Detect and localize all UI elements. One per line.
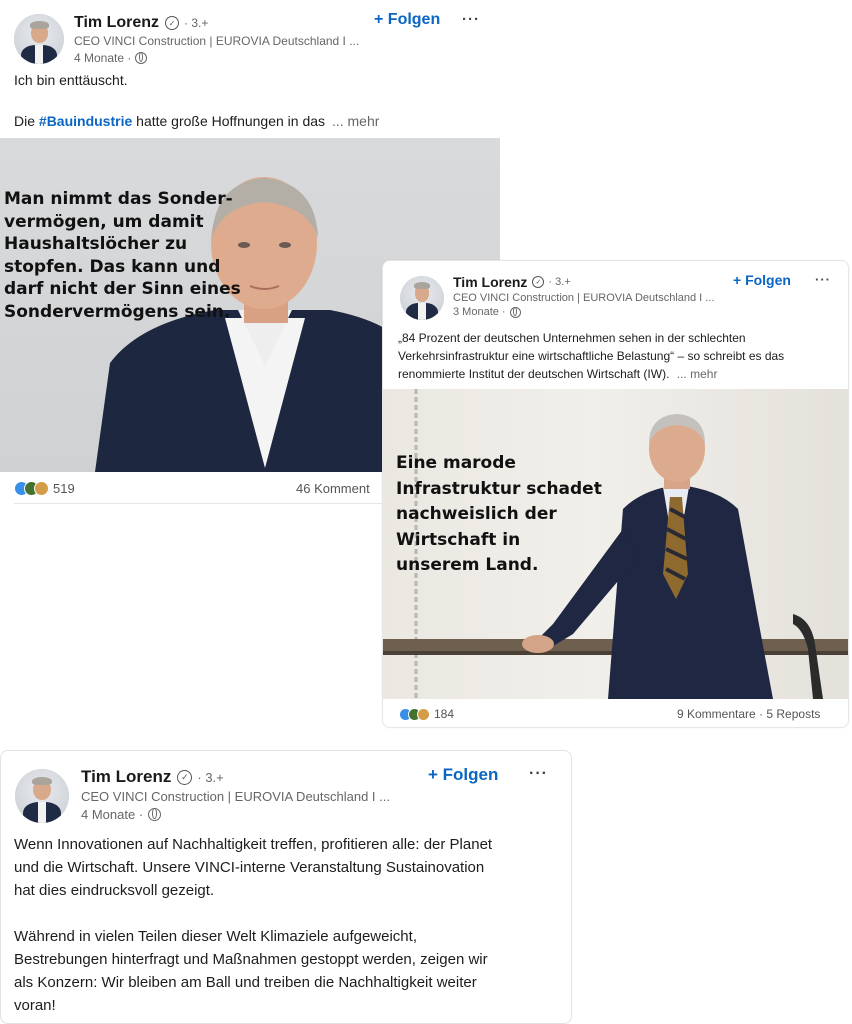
post-time: 4 Monate · xyxy=(81,807,144,822)
see-more-link[interactable]: ... mehr xyxy=(332,113,379,129)
see-more-link[interactable]: ... mehr xyxy=(677,367,718,381)
verified-shield-icon: ✓ xyxy=(165,16,180,30)
author-meta: Tim Lorenz ✓ · 3.+ CEO VINCI Constructio… xyxy=(81,766,390,822)
author-headline: CEO VINCI Construction | EUROVIA Deutsch… xyxy=(74,34,360,48)
post-text-line: Verkehrsinfrastruktur eine wirtschaftlic… xyxy=(398,349,785,363)
quote-line: stopfen. Das kann und xyxy=(4,256,221,277)
author-avatar[interactable] xyxy=(400,276,444,320)
post-time: 4 Monate · xyxy=(74,51,132,65)
post-text-line: Ich bin enttäuscht. xyxy=(14,72,128,88)
comments-reposts-count[interactable]: 9 Kommentare · 5 Reposts xyxy=(677,707,820,721)
connection-degree: · 3.+ xyxy=(184,16,209,30)
author-headline: CEO VINCI Construction | EUROVIA Deutsch… xyxy=(453,292,715,304)
author-name[interactable]: Tim Lorenz xyxy=(453,274,527,290)
image-quote: Eine marode Infrastruktur schadet nachwe… xyxy=(396,451,602,579)
comment-count[interactable]: 46 Komment xyxy=(296,481,370,496)
post-text-line: als Konzern: Wir bleiben am Ball und tre… xyxy=(14,974,477,991)
quote-line: nachweislich der xyxy=(396,504,557,524)
post-time: 3 Monate · xyxy=(453,306,506,318)
globe-icon xyxy=(509,306,521,318)
hashtag-link[interactable]: #Bauindustrie xyxy=(39,113,132,129)
quote-line: Infrastruktur schadet xyxy=(396,478,602,499)
insightful-reaction-icon xyxy=(417,707,430,721)
post-image[interactable]: Eine marode Infrastruktur schadet nachwe… xyxy=(383,389,848,699)
post-text-line: Die #Bauindustrie hatte große Hoffnungen… xyxy=(14,113,379,129)
quote-line: unserem Land. xyxy=(396,555,539,575)
post-text-line: Bestrebungen hinterfragt und Maßnahmen g… xyxy=(14,951,488,968)
post-card-2: Tim Lorenz ✓ · 3.+ CEO VINCI Constructio… xyxy=(382,260,849,728)
post-text: „84 Prozent der deutschen Unternehmen se… xyxy=(398,329,784,383)
reaction-summary[interactable]: 184 xyxy=(399,707,454,721)
post-text-line: Während in vielen Teilen dieser Welt Kli… xyxy=(14,928,417,945)
reaction-summary[interactable]: 519 xyxy=(14,481,75,496)
quote-line: Haushaltslöcher zu xyxy=(4,234,188,254)
verified-shield-icon: ✓ xyxy=(532,276,545,288)
follow-button[interactable]: + Folgen xyxy=(428,765,498,785)
post-text-line: „84 Prozent der deutschen Unternehmen se… xyxy=(398,331,746,345)
text-fragment: renommierte Institut der deutschen Wirts… xyxy=(398,367,670,381)
author-name[interactable]: Tim Lorenz xyxy=(81,767,171,787)
text-fragment: Die xyxy=(14,113,36,129)
quote-line: Man nimmt das Sonder- xyxy=(4,189,233,209)
post-text-line: und die Wirtschaft. Unsere VINCI-interne… xyxy=(14,859,485,876)
author-headline: CEO VINCI Construction | EUROVIA Deutsch… xyxy=(81,789,390,804)
post-text-line: voran! xyxy=(14,997,56,1014)
more-options-icon[interactable]: ··· xyxy=(529,765,548,783)
post-text-line: renommierte Institut der deutschen Wirts… xyxy=(398,365,784,383)
globe-icon xyxy=(148,808,162,821)
quote-line: Eine marode xyxy=(396,453,516,473)
quote-line: vermögen, um damit xyxy=(4,211,204,232)
author-meta: Tim Lorenz ✓ · 3.+ CEO VINCI Constructio… xyxy=(453,273,714,318)
author-avatar[interactable] xyxy=(15,769,69,823)
follow-button[interactable]: + Folgen xyxy=(733,272,791,288)
author-name[interactable]: Tim Lorenz xyxy=(74,14,159,32)
author-avatar[interactable] xyxy=(14,14,64,64)
quote-line: Sondervermögens sein. xyxy=(4,301,231,322)
post-card-3: Tim Lorenz ✓ · 3.+ CEO VINCI Constructio… xyxy=(0,750,572,1024)
reaction-count: 519 xyxy=(53,481,75,496)
verified-shield-icon: ✓ xyxy=(177,769,193,785)
globe-icon xyxy=(135,52,148,64)
author-meta: Tim Lorenz ✓ · 3.+ CEO VINCI Constructio… xyxy=(74,13,359,65)
post-text: Wenn Innovationen auf Nachhaltigkeit tre… xyxy=(14,833,492,1017)
connection-degree: · 3.+ xyxy=(548,276,571,288)
quote-line: darf nicht der Sinn eines xyxy=(4,279,241,299)
insightful-reaction-icon xyxy=(34,481,49,496)
follow-button[interactable]: + Folgen xyxy=(374,11,440,29)
reaction-count: 184 xyxy=(434,707,455,721)
post-header xyxy=(14,14,64,64)
text-fragment: hatte große Hoffnungen in das xyxy=(136,113,326,129)
more-options-icon[interactable]: ··· xyxy=(462,11,480,28)
post-text-line: hat dies eindrucksvoll gezeigt. xyxy=(14,882,215,899)
connection-degree: · 3.+ xyxy=(197,769,224,785)
quote-line: Wirtschaft in xyxy=(396,529,521,550)
post-text-line: Wenn Innovationen auf Nachhaltigkeit tre… xyxy=(14,836,493,853)
image-quote: Man nimmt das Sonder- vermögen, um damit… xyxy=(4,188,241,323)
more-options-icon[interactable]: ··· xyxy=(815,272,831,287)
